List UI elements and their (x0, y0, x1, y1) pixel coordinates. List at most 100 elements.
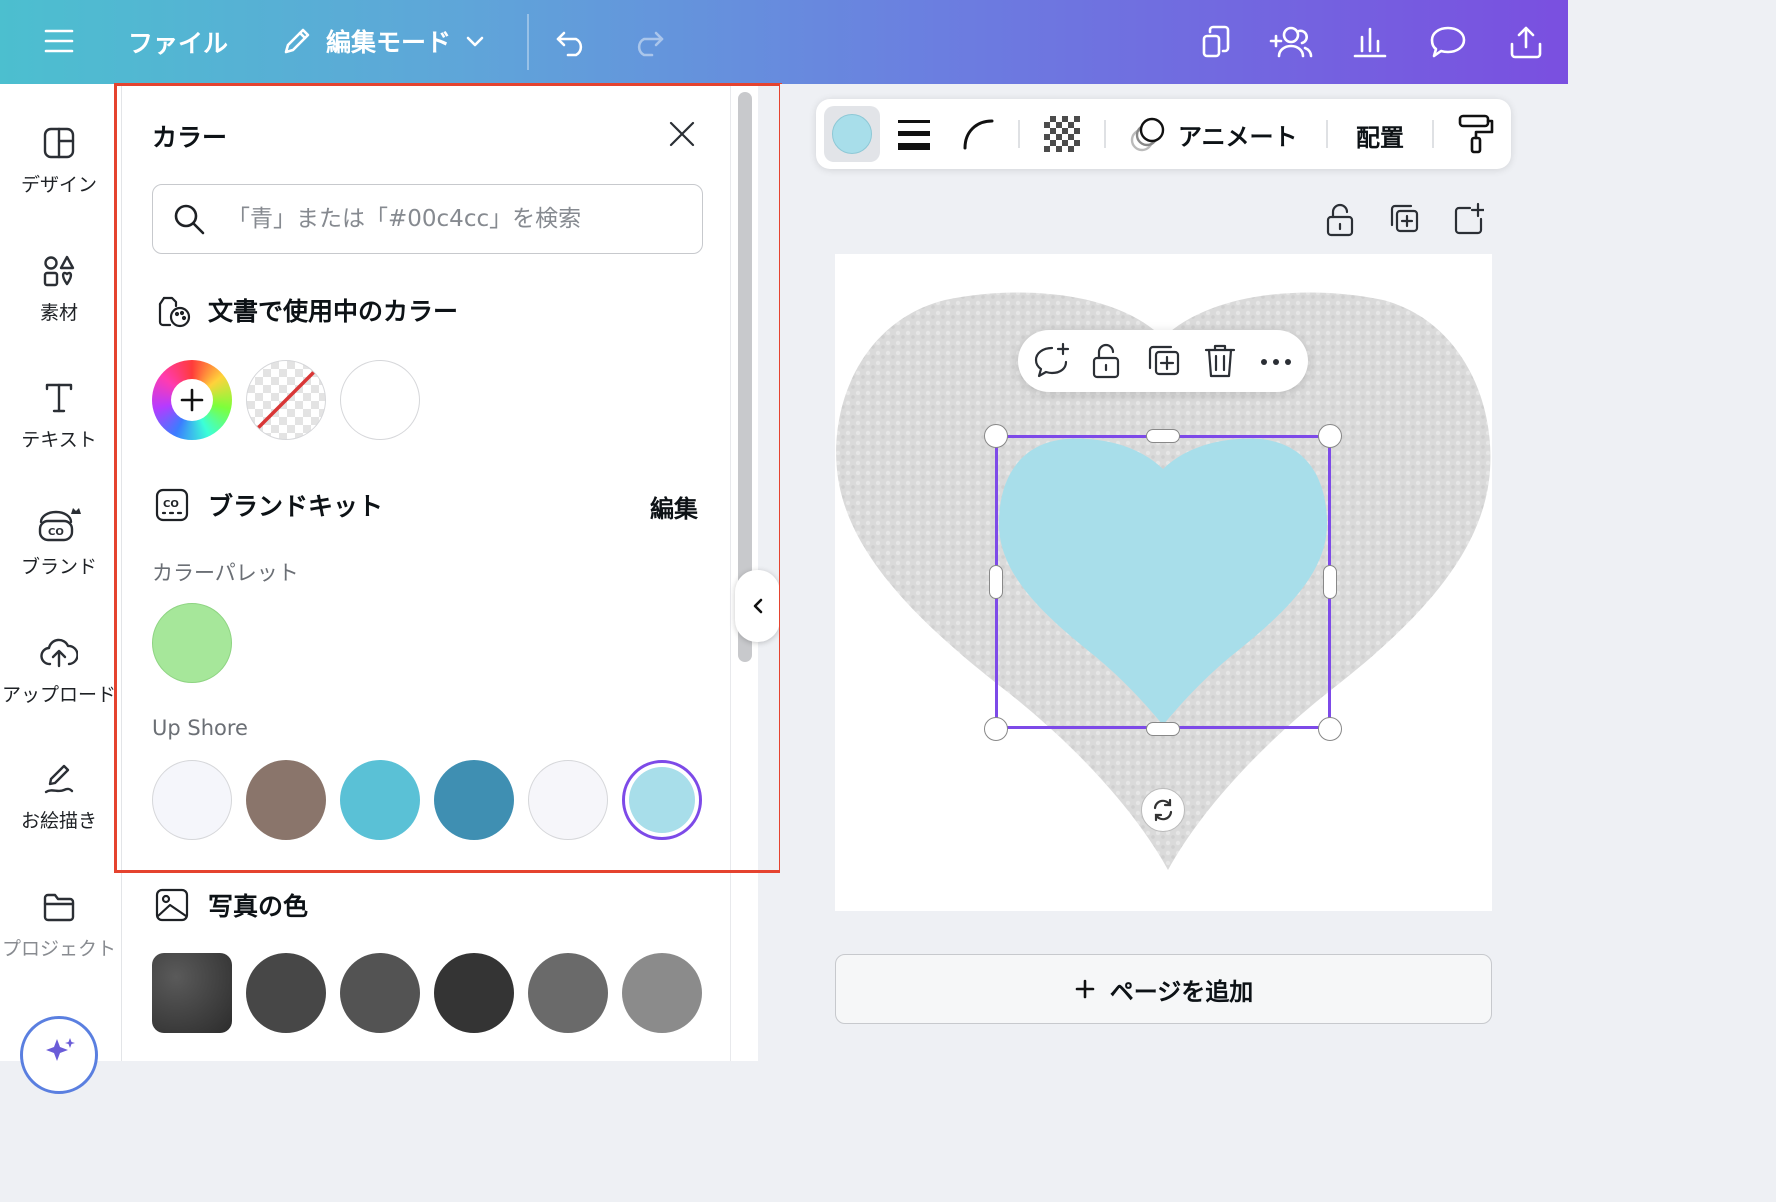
insights-button[interactable] (1350, 22, 1390, 62)
palette-swatch-green[interactable] (152, 603, 232, 683)
photo-swatch-5[interactable] (622, 953, 702, 1033)
photo-colors-title: 写真の色 (208, 892, 309, 921)
trash-icon (1204, 344, 1236, 378)
photo-swatch-3[interactable] (434, 953, 514, 1033)
upshore-swatch-2[interactable] (246, 760, 326, 840)
upload-share-icon (1510, 26, 1542, 59)
rail-label-design: デザイン (20, 174, 97, 196)
add-page-label: ページを追加 (1109, 977, 1254, 1006)
menu-button[interactable] (38, 20, 80, 62)
rail-item-projects[interactable]: プロジェクト (0, 890, 118, 961)
folder-icon (43, 893, 75, 922)
add-color-inner (171, 379, 213, 421)
position-button[interactable]: 配置 (1356, 118, 1404, 153)
upshore-swatch-6-selected[interactable] (622, 760, 702, 840)
share-button[interactable] (1506, 22, 1546, 62)
duplicate-page-button[interactable] (1388, 202, 1420, 240)
resize-handle-top[interactable] (1146, 429, 1180, 443)
color-search-box[interactable] (152, 184, 703, 254)
photo-thumbnail-swatch[interactable] (152, 953, 232, 1033)
corner-radius-icon (963, 119, 994, 150)
undo-icon (556, 31, 583, 57)
more-options-button[interactable] (1258, 350, 1294, 378)
cloud-upload-icon (40, 638, 78, 668)
panel-title: カラー (152, 123, 228, 152)
brand-kit-edit-link[interactable]: 編集 (650, 489, 698, 524)
layout-icon (43, 127, 75, 159)
rail-item-draw[interactable]: お絵描き (0, 762, 118, 833)
photo-swatch-2[interactable] (340, 953, 420, 1033)
magic-button[interactable] (20, 1016, 98, 1094)
upshore-swatch-1[interactable] (152, 760, 232, 840)
comment-icon (1430, 26, 1466, 58)
image-icon (155, 888, 189, 922)
resize-handle-bottom-right[interactable] (1318, 717, 1342, 741)
resize-handle-bottom[interactable] (1146, 722, 1180, 736)
hamburger-icon (44, 29, 74, 53)
duplicate-element-button[interactable] (1146, 342, 1182, 384)
white-swatch[interactable] (340, 360, 420, 440)
unlock-icon (1326, 203, 1354, 237)
color-search-input[interactable] (227, 206, 667, 232)
add-people-icon (1269, 26, 1313, 58)
border-weight-icon (898, 120, 930, 150)
rail-item-design[interactable]: デザイン (0, 126, 118, 197)
redo-button[interactable] (628, 22, 668, 62)
share-people-button[interactable] (1268, 22, 1316, 62)
collapse-panel-button[interactable] (735, 570, 780, 642)
animate-button[interactable]: アニメート (1128, 112, 1298, 156)
corner-rounding-button[interactable] (960, 116, 996, 156)
delete-element-button[interactable] (1203, 342, 1237, 384)
photo-swatch-1[interactable] (246, 953, 326, 1033)
text-icon (45, 383, 73, 413)
edit-mode-label: 編集モード (326, 28, 452, 57)
transparent-swatch[interactable] (246, 360, 326, 440)
add-comment-button[interactable] (1032, 342, 1070, 384)
chevron-left-icon (753, 598, 762, 614)
rail-item-brand[interactable]: CO ブランド (0, 508, 118, 579)
brand-icon: CO (38, 508, 81, 542)
brand-kit-icon: CO (155, 488, 189, 522)
edit-mode-button[interactable]: 編集モード (280, 20, 487, 62)
upshore-swatch-3[interactable] (340, 760, 420, 840)
photo-swatch-4[interactable] (528, 953, 608, 1033)
resize-handle-right[interactable] (1323, 565, 1337, 599)
lock-element-button[interactable] (1090, 342, 1122, 384)
rotate-handle[interactable] (1141, 788, 1185, 832)
shapes-icon (43, 255, 75, 287)
lock-page-button[interactable] (1324, 202, 1356, 242)
no-color-slash-icon (256, 370, 316, 430)
selection-box (995, 435, 1331, 729)
add-page-icon-button[interactable] (1452, 202, 1486, 240)
resize-handle-top-right[interactable] (1318, 424, 1342, 448)
file-menu-button[interactable]: ファイル (128, 22, 228, 62)
rail-item-elements[interactable]: 素材 (0, 254, 118, 325)
upshore-swatch-5[interactable] (528, 760, 608, 840)
copy-style-button[interactable] (1456, 112, 1496, 158)
border-style-button[interactable] (896, 116, 932, 156)
resize-handle-top-left[interactable] (984, 424, 1008, 448)
upshore-swatch-4[interactable] (434, 760, 514, 840)
rail-item-uploads[interactable]: アップロード (0, 636, 118, 707)
brand-kit-heading: CO ブランドキット (152, 485, 383, 525)
plus-icon (180, 388, 204, 412)
brand-kit-title: ブランドキット (208, 492, 384, 521)
resize-handle-left[interactable] (989, 565, 1003, 599)
rail-label-text: テキスト (21, 429, 97, 451)
transparency-button[interactable] (1044, 116, 1080, 152)
redo-icon (637, 31, 664, 57)
undo-button[interactable] (552, 22, 592, 62)
doc-colors-title: 文書で使用中のカラー (208, 297, 459, 326)
more-dots-icon (1261, 359, 1291, 365)
comments-button[interactable] (1428, 22, 1468, 62)
rail-label-draw: お絵描き (20, 810, 97, 832)
upshore-label: Up Shore (152, 716, 248, 740)
close-icon (669, 121, 695, 147)
resize-button[interactable] (1196, 22, 1236, 62)
resize-handle-bottom-left[interactable] (984, 717, 1008, 741)
rail-item-text[interactable]: テキスト (0, 381, 118, 452)
close-panel-button[interactable] (663, 115, 701, 153)
fill-color-button[interactable] (824, 106, 880, 162)
add-page-button[interactable]: ページを追加 (835, 954, 1492, 1024)
add-color-swatch[interactable] (152, 360, 232, 440)
